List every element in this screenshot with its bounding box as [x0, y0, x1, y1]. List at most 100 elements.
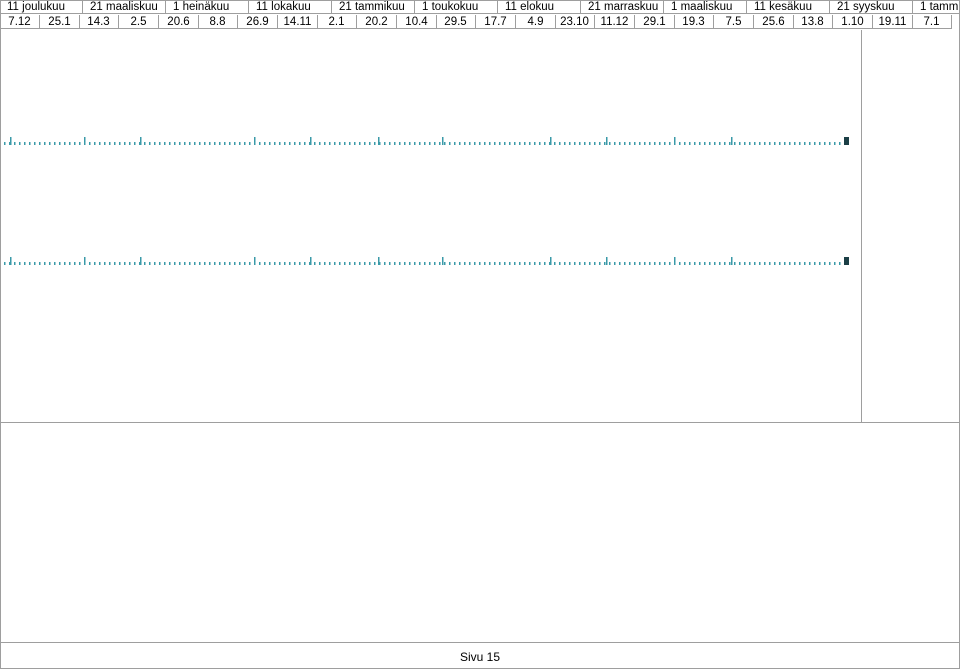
timeline-minor-tick [464, 142, 466, 145]
timeline-minor-tick [419, 262, 421, 265]
timeline-minor-tick [194, 262, 196, 265]
timeline-minor-tick [739, 262, 741, 265]
timeline-minor-tick [384, 142, 386, 145]
timeline-minor-tick [834, 142, 836, 145]
timeline-minor-tick [409, 142, 411, 145]
timeline-minor-tick [299, 142, 301, 145]
timeline-minor-tick [49, 262, 51, 265]
timeline-minor-tick [474, 142, 476, 145]
timeline-minor-tick [174, 142, 176, 145]
timeline-minor-tick [244, 262, 246, 265]
timeline-minor-tick [519, 262, 521, 265]
timeline-minor-tick [134, 262, 136, 265]
timeline-minor-tick [829, 142, 831, 145]
timeline-minor-tick [319, 262, 321, 265]
timeline-minor-tick [659, 142, 661, 145]
timeline-minor-tick [819, 142, 821, 145]
timeline-minor-tick [344, 142, 346, 145]
timeline-minor-tick [784, 262, 786, 265]
timeline-minor-tick [834, 262, 836, 265]
timeline-minor-tick [649, 262, 651, 265]
timeline-date-label: 13.8 [793, 15, 833, 29]
timeline-major-tick [674, 137, 676, 145]
timeline-minor-tick [829, 262, 831, 265]
timeline-date-label: 10.4 [397, 15, 437, 29]
timeline-minor-tick [359, 142, 361, 145]
timeline-minor-tick [764, 142, 766, 145]
timeline-minor-tick [214, 142, 216, 145]
timeline-minor-tick [374, 262, 376, 265]
timeline-minor-tick [464, 262, 466, 265]
timeline-minor-tick [574, 142, 576, 145]
timeline-minor-tick [424, 142, 426, 145]
timeline-minor-tick [134, 142, 136, 145]
timeline-minor-tick [289, 142, 291, 145]
timeline-minor-tick [574, 262, 576, 265]
timeline-minor-tick [304, 142, 306, 145]
timeline-minor-tick [789, 142, 791, 145]
timeline-minor-tick [129, 142, 131, 145]
timeline-minor-tick [744, 262, 746, 265]
page-number: Sivu 15 [459, 650, 501, 664]
timeline-major-tick [10, 257, 12, 265]
timeline-date-label: 29.1 [635, 15, 675, 29]
timeline-minor-tick [789, 262, 791, 265]
timeline-minor-tick [809, 142, 811, 145]
timeline-minor-tick [539, 262, 541, 265]
timeline-minor-tick [204, 142, 206, 145]
timeline-date-label: 7.5 [714, 15, 754, 29]
timeline-minor-tick [724, 142, 726, 145]
timeline-minor-tick [314, 262, 316, 265]
timeline-date-label: 26.9 [238, 15, 278, 29]
timeline-minor-tick [494, 262, 496, 265]
timeline-minor-tick [69, 262, 71, 265]
timeline-end-marker [844, 257, 849, 265]
timeline-minor-tick [489, 142, 491, 145]
timeline-minor-tick [159, 142, 161, 145]
timeline-date-label: 2.1 [317, 15, 357, 29]
timeline-minor-tick [274, 142, 276, 145]
timeline-minor-tick [714, 262, 716, 265]
timeline-minor-tick [659, 262, 661, 265]
timeline-minor-tick [689, 262, 691, 265]
timeline-minor-tick [179, 142, 181, 145]
timeline-minor-tick [534, 142, 536, 145]
timeline-minor-tick [399, 262, 401, 265]
timeline-minor-tick [649, 142, 651, 145]
timeline-minor-tick [74, 142, 76, 145]
timeline-minor-tick [229, 262, 231, 265]
timeline-minor-tick [129, 262, 131, 265]
timeline-month-label: 11 kesäkuu [747, 0, 830, 14]
timeline-minor-tick [799, 262, 801, 265]
timeline-minor-tick [594, 262, 596, 265]
timeline-end-marker [844, 137, 849, 145]
timeline-minor-tick [199, 142, 201, 145]
timeline-minor-tick [759, 262, 761, 265]
timeline-minor-tick [619, 262, 621, 265]
timeline-minor-tick [324, 262, 326, 265]
timeline-minor-tick [754, 262, 756, 265]
timeline-minor-tick [694, 142, 696, 145]
timeline-minor-tick [459, 262, 461, 265]
timeline-minor-tick [784, 142, 786, 145]
timeline-minor-tick [669, 262, 671, 265]
timeline-minor-tick [289, 262, 291, 265]
timeline-minor-tick [259, 142, 261, 145]
timeline-minor-tick [229, 142, 231, 145]
timeline-minor-tick [169, 262, 171, 265]
timeline-minor-tick [269, 262, 271, 265]
timeline-month-label: 21 marraskuu [581, 0, 664, 14]
timeline-minor-tick [304, 262, 306, 265]
timeline-minor-tick [644, 262, 646, 265]
timeline-date-label: 14.3 [79, 15, 119, 29]
timeline-minor-tick [189, 142, 191, 145]
timeline-major-tick [84, 257, 86, 265]
timeline-minor-tick [609, 142, 611, 145]
footer-divider [0, 642, 960, 643]
timeline-minor-tick [709, 142, 711, 145]
timeline-minor-tick [569, 142, 571, 145]
timeline-minor-tick [94, 262, 96, 265]
task-timeline-bar-2 [4, 255, 854, 265]
timeline-minor-tick [109, 142, 111, 145]
timeline-month-label: 1 toukokuu [415, 0, 498, 14]
